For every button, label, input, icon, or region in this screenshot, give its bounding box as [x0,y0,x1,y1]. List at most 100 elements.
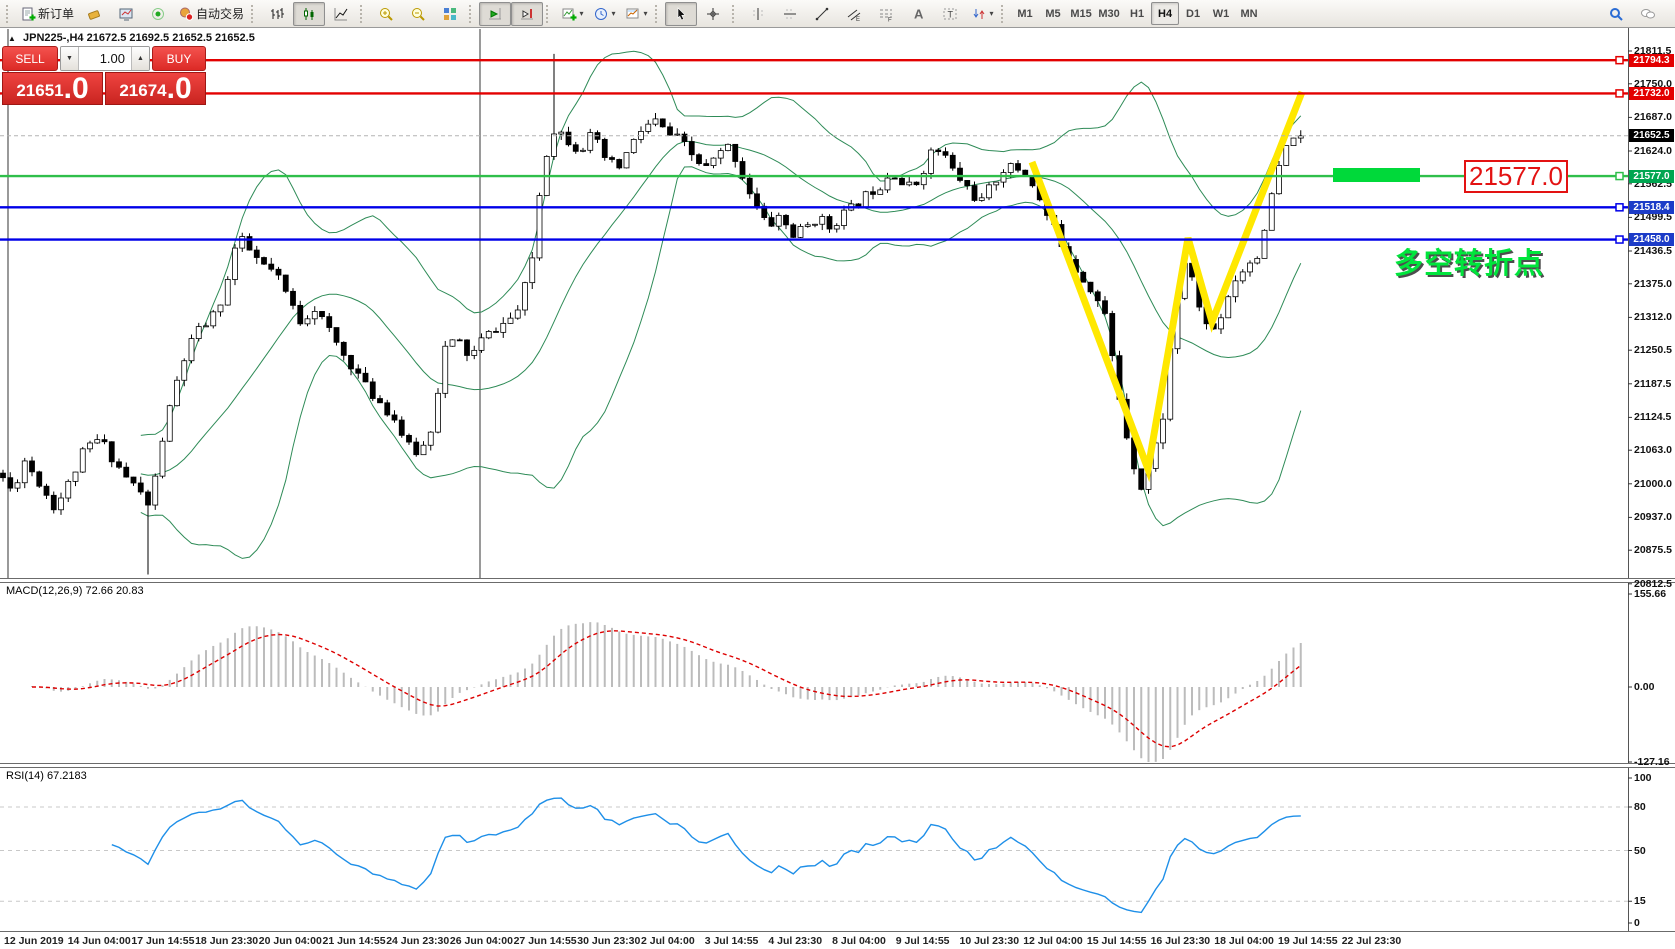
rsi-pane[interactable] [0,798,1628,912]
macd-label: MACD(12,26,9) 72.66 20.83 [6,585,144,597]
vline-icon [750,6,766,22]
channel-button[interactable]: E [838,2,870,26]
volume-down-button[interactable]: ▼ [61,47,79,70]
chat-button[interactable] [1632,2,1664,26]
time-label: 18 Jul 04:00 [1214,935,1274,947]
price-tick-label: 21124.5 [1634,411,1671,423]
chart-window[interactable]: ▲ JPN225-,H4 21672.5 21692.5 21652.5 216… [0,0,1675,949]
volume-value[interactable]: 1.00 [79,47,131,70]
dropdown-caret-icon[interactable]: ▾ [990,9,994,18]
time-label: 21 Jun 14:55 [323,935,386,947]
rsi-axis-label: 80 [1634,801,1646,813]
candle-chart-button[interactable] [293,2,325,26]
shapes-button[interactable]: ▾ [966,2,998,26]
horizontal-line-button[interactable] [774,2,806,26]
buy-button[interactable]: BUY [152,46,206,71]
toolbar-grip [360,5,365,23]
bar-chart-button[interactable] [261,2,293,26]
time-label: 26 Jun 04:00 [450,935,513,947]
zoom-in-button[interactable] [370,2,402,26]
price-tick-label: 21375.0 [1634,278,1672,290]
time-label: 12 Jul 04:00 [1023,935,1083,947]
rsi-line [112,798,1301,912]
new-order-icon [20,6,36,22]
text-button[interactable]: A [902,2,934,26]
price-badge-21518.4: 21518.4 [1629,201,1674,214]
time-label: 17 Jun 14:55 [131,935,194,947]
pane-separator-macd[interactable] [0,578,1675,583]
dropdown-caret-icon[interactable]: ▾ [612,9,616,18]
line-chart-button[interactable] [325,2,357,26]
dropdown-caret-icon[interactable]: ▾ [580,9,584,18]
volume-stepper[interactable]: ▼ 1.00 ▲ [60,46,150,71]
timeframe-button-h1[interactable]: H1 [1123,2,1151,25]
timeframe-button-mn[interactable]: MN [1235,2,1263,25]
timeframe-button-w1[interactable]: W1 [1207,2,1235,25]
label-icon: T [942,6,958,22]
candles-icon [301,6,317,22]
crosshair-button[interactable] [697,2,729,26]
tile-windows-button[interactable] [434,2,466,26]
collapse-triangle-icon[interactable]: ▲ [8,34,16,43]
chat-icon [1640,6,1656,22]
price-tick-label: 21000.0 [1634,478,1672,490]
main-toolbar: 新订单 自动交易 ▾ ▾ ▾ E F A T ▾ M1M5M15M30H1H4D1W1MN [0,0,1675,28]
sell-price[interactable]: 21651 .0 [2,72,103,105]
indicators-button[interactable]: ▾ [556,2,588,26]
cursor-icon [673,6,689,22]
chart-shift-button[interactable] [511,2,543,26]
sell-button[interactable]: SELL [2,46,58,71]
signal-button[interactable] [142,2,174,26]
new-order-button[interactable]: 新订单 [16,2,78,26]
timeframe-button-m5[interactable]: M5 [1039,2,1067,25]
cursor-button[interactable] [665,2,697,26]
text-label-button[interactable]: T [934,2,966,26]
time-label: 27 Jun 14:55 [514,935,577,947]
toolbar-right-icons [1600,2,1664,26]
search-button[interactable] [1600,2,1632,26]
crosshair-icon [705,6,721,22]
timeframe-button-m15[interactable]: M15 [1067,2,1095,25]
market-watch-button[interactable] [110,2,142,26]
buy-price[interactable]: 21674 .0 [105,72,206,105]
chart-canvas[interactable] [0,0,1675,949]
zoom-out-button[interactable] [402,2,434,26]
timeframe-button-m30[interactable]: M30 [1095,2,1123,25]
main-pane[interactable] [1,29,1304,578]
turning-point-annotation[interactable]: 多空转折点 [1394,240,1544,282]
eraser-button[interactable] [78,2,110,26]
pane-separator-rsi[interactable] [0,763,1675,768]
periods-button[interactable]: ▾ [588,2,620,26]
highlight-rect-annotation [1333,168,1420,182]
trendline-button[interactable] [806,2,838,26]
toolbar-grip [251,5,256,23]
autotrade-button[interactable]: 自动交易 [174,2,248,26]
svg-text:F: F [888,17,892,22]
timeframe-button-m1[interactable]: M1 [1011,2,1039,25]
time-label: 22 Jul 23:30 [1342,935,1402,947]
time-label: 14 Jun 04:00 [68,935,131,947]
chart-symbol-period: JPN225-,H4 [23,32,84,44]
rsi-axis-label: 100 [1634,772,1652,784]
dropdown-caret-icon[interactable]: ▾ [644,9,648,18]
volume-up-button[interactable]: ▲ [131,47,149,70]
shapes-icon [971,6,987,22]
tiles-icon [442,6,458,22]
templates-button[interactable]: ▾ [620,2,652,26]
svg-text:A: A [914,6,924,21]
trendline-icon [814,6,830,22]
price-annotation-box[interactable]: 21577.0 [1464,160,1568,193]
vertical-line-button[interactable] [742,2,774,26]
timeframe-button-h4[interactable]: H4 [1151,2,1179,25]
time-label: 20 Jun 04:00 [259,935,322,947]
macd-pane[interactable] [32,622,1301,762]
shift-icon [519,6,535,22]
fibonacci-button[interactable]: F [870,2,902,26]
fibo-icon: F [878,6,894,22]
zigzag-annotation [1032,92,1302,469]
auto-scroll-button[interactable] [479,2,511,26]
time-label: 3 Jul 14:55 [705,935,759,947]
chart-ohlc-values: 21672.5 21692.5 21652.5 21652.5 [87,32,255,44]
price-tick-label: 21436.5 [1634,245,1672,257]
timeframe-button-d1[interactable]: D1 [1179,2,1207,25]
